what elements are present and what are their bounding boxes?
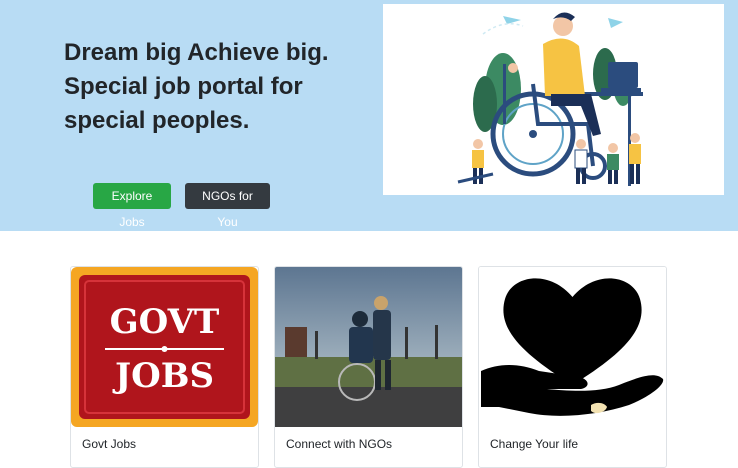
hero-headline: Dream big Achieve big. Special job porta…: [64, 36, 364, 138]
ngos-for-you-button[interactable]: NGOs for You: [185, 183, 270, 229]
card-connect-ngos[interactable]: Connect with NGOs: [274, 266, 463, 468]
card-title: Govt Jobs: [82, 437, 137, 451]
card-title: Connect with NGOs: [286, 437, 393, 451]
hero-section: Dream big Achieve big. Special job porta…: [0, 0, 738, 231]
card-change-your-life[interactable]: Change Your life: [478, 266, 667, 468]
govt-text: GOVT: [110, 302, 220, 342]
govt-jobs-image: GOVT JOBS: [71, 267, 258, 427]
hero-headline-line: special peoples.: [64, 107, 250, 134]
card-title: Change Your life: [490, 437, 579, 451]
hero-illustration: [383, 4, 724, 195]
card-govt-jobs[interactable]: GOVT JOBS Govt Jobs: [70, 266, 259, 468]
heart-in-hand-icon: [479, 267, 666, 427]
hero-headline-line: Dream big Achieve big.: [64, 39, 329, 66]
jobs-text: JOBS: [112, 356, 214, 396]
hero-headline-line: Special job portal for: [64, 73, 303, 100]
explore-jobs-button[interactable]: Explore Jobs: [93, 183, 171, 229]
wheelchair-worker-illustration: [457, 12, 643, 186]
ngo-photo: [275, 267, 462, 427]
